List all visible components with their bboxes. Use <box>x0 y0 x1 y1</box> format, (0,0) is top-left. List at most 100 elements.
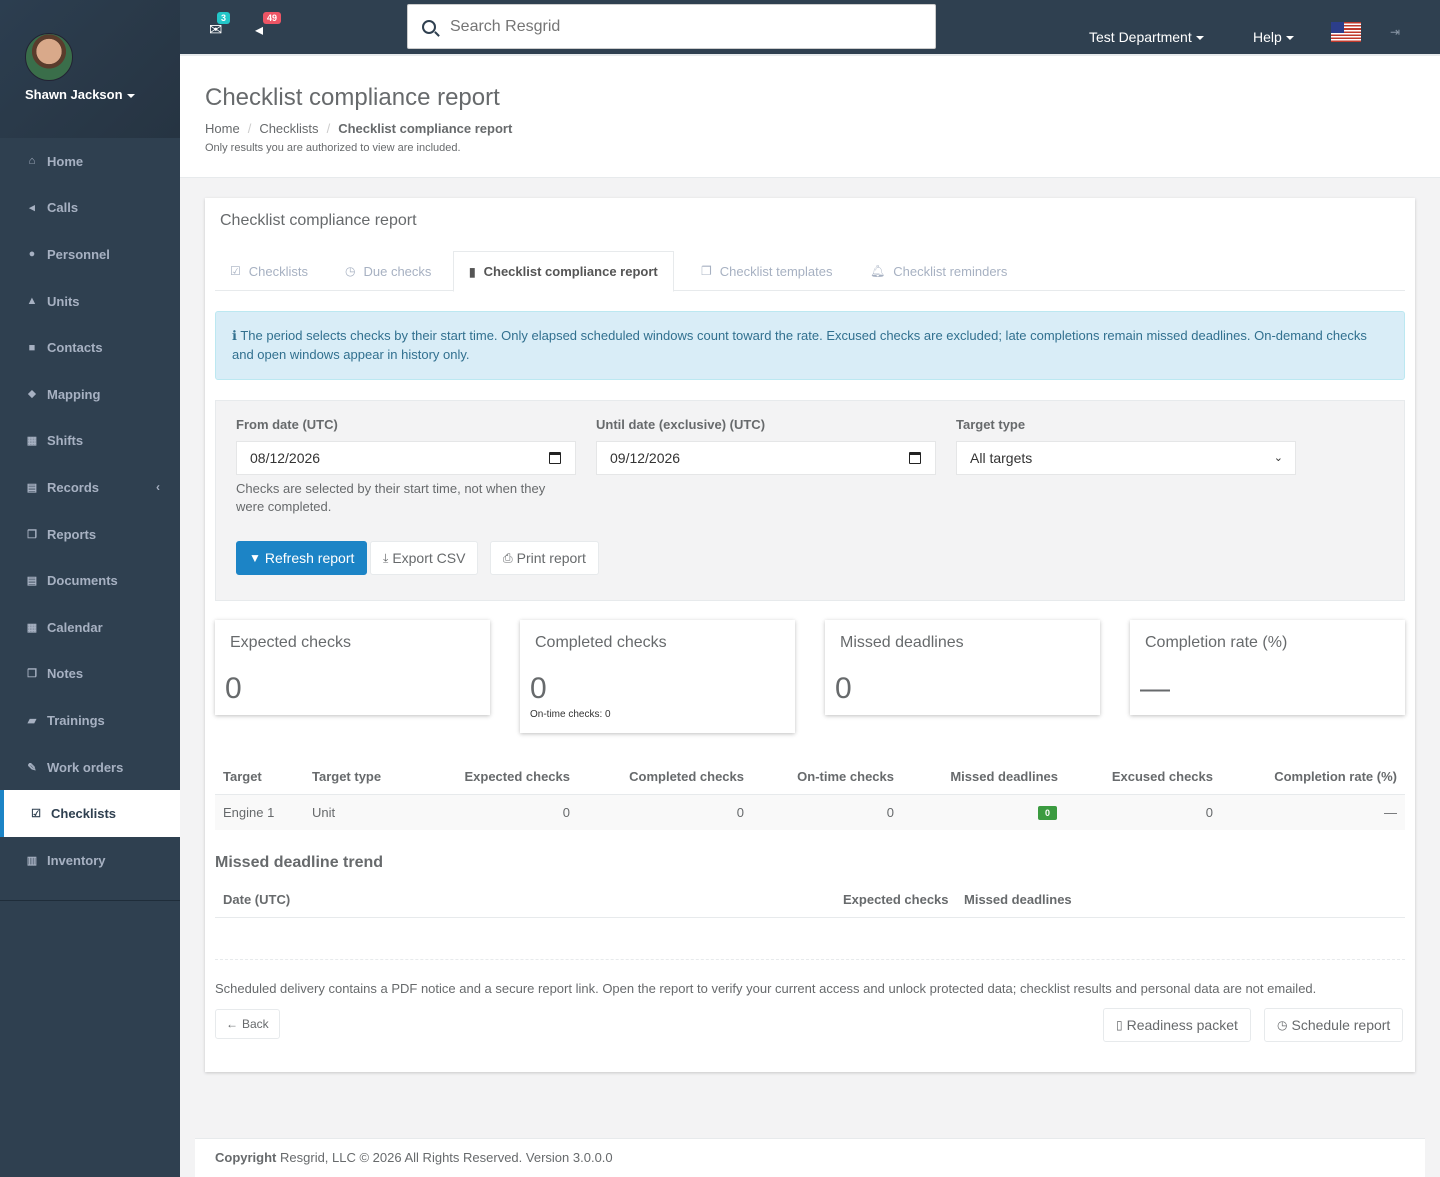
readiness-packet-button[interactable]: ▯ Readiness packet <box>1103 1008 1251 1042</box>
sidebar-item-personnel[interactable]: ● Personnel <box>0 231 180 278</box>
from-date-input[interactable]: 08/12/2026 <box>236 441 576 475</box>
search-icon <box>422 19 436 34</box>
expected-checks-card: Expected checks 0 <box>215 620 490 715</box>
page-heading: Checklist compliance report Home / Checkli… <box>180 56 1440 178</box>
breadcrumb-checklists[interactable]: Checklists <box>259 121 318 136</box>
tab-checklists[interactable]: ☑ Checklists <box>215 251 323 291</box>
column-header: Missed deadlines <box>964 892 1072 907</box>
arrow-left-icon: ← <box>226 1017 238 1031</box>
until-date-input[interactable]: 09/12/2026 <box>596 441 936 475</box>
department-label: Test Department <box>1089 29 1192 45</box>
user-menu[interactable]: Shawn Jackson <box>25 87 135 102</box>
card-value: 0 <box>225 672 242 705</box>
sidebar-item-label: Home <box>47 153 84 169</box>
sidebar-item-label: Work orders <box>47 759 124 775</box>
divider <box>215 959 1405 960</box>
home-icon: ⌂ <box>28 155 36 168</box>
sidebar-item-label: Shifts <box>47 433 84 449</box>
sidebar-item-home[interactable]: ⌂ Home <box>0 138 180 185</box>
cell-excused: 0 <box>1205 805 1213 820</box>
nav-divider <box>0 900 180 901</box>
refresh-report-button[interactable]: ▼ Refresh report <box>236 541 368 575</box>
search-box[interactable] <box>407 4 936 49</box>
department-dropdown[interactable]: Test Department <box>1089 29 1204 45</box>
cell-missed: 0 <box>1037 804 1057 820</box>
sidebar-item-label: Documents <box>47 573 118 589</box>
tab-label: Checklist compliance report <box>483 264 658 279</box>
column-header: Date (UTC) <box>223 892 291 907</box>
us-flag-icon[interactable] <box>1331 22 1361 42</box>
bullhorn-icon: ◂ <box>29 202 35 215</box>
sidebar: Shawn Jackson ⌂ Home ◂ Calls ● Personnel ▲ Unit… <box>0 0 180 1177</box>
export-csv-button[interactable]: ⤓ Export CSV <box>370 541 479 575</box>
card-value: 0 <box>530 672 547 705</box>
tabs: ☑ Checklists ◷ Due checks ▮ Checklist compl… <box>215 251 1405 292</box>
alerts-button[interactable]: ◂ 49 <box>255 12 282 40</box>
map-marker-icon: ⬥ <box>28 387 36 400</box>
tab-due-checks[interactable]: ◷ Due checks <box>330 251 446 291</box>
calendar-icon[interactable] <box>549 452 561 464</box>
button-label: Schedule report <box>1291 1017 1391 1033</box>
tab-label: Due checks <box>363 263 432 279</box>
sidebar-item-label: Records <box>47 479 100 495</box>
target-type-select[interactable]: All targets ⌄ <box>956 441 1296 475</box>
sidebar-item-notes[interactable]: ❐ Notes <box>0 651 180 698</box>
target-type-value: All targets <box>970 450 1033 466</box>
print-report-button[interactable]: ⎙ Print report <box>490 541 599 575</box>
sidebar-item-label: Mapping <box>47 386 101 402</box>
table-row <box>215 795 1405 830</box>
card-title: Expected checks <box>230 634 351 651</box>
tab-checklist-templates[interactable]: ❐ Checklist templates <box>686 251 847 291</box>
help-dropdown[interactable]: Help <box>1253 29 1294 45</box>
status-badge: 0 <box>1037 806 1057 820</box>
help-label: Help <box>1253 29 1282 45</box>
check-square-icon: ☑ <box>31 808 41 821</box>
sidebar-item-reports[interactable]: ❐ Reports <box>0 511 180 558</box>
back-button[interactable]: ← Back <box>215 1009 280 1039</box>
sidebar-item-mapping[interactable]: ⬥ Mapping <box>0 371 180 418</box>
sidebar-item-records[interactable]: ▤ Records ‹ <box>0 464 180 511</box>
sidebar-item-label: Units <box>47 293 80 309</box>
download-icon: ⤓ <box>383 550 389 565</box>
sidebar-item-calendar[interactable]: ▦ Calendar <box>0 604 180 651</box>
address-book-icon: ■ <box>28 341 36 354</box>
calendar-icon[interactable] <box>909 452 921 464</box>
sidebar-item-contacts[interactable]: ■ Contacts <box>0 324 180 371</box>
sidebar-item-units[interactable]: ▲ Units <box>0 278 180 325</box>
tab-label: Checklist templates <box>719 263 833 279</box>
messages-button[interactable]: ✉ 3 <box>209 12 231 40</box>
column-header: On-time checks <box>797 769 894 784</box>
schedule-report-button[interactable]: ◷ Schedule report <box>1264 1008 1404 1042</box>
tab-label: Checklists <box>248 263 309 279</box>
cubes-icon: ▦ <box>26 435 38 448</box>
page-title: Checklist compliance report <box>205 84 500 111</box>
sidebar-item-label: Checklists <box>51 806 117 822</box>
card-title: Missed deadlines <box>840 634 964 651</box>
breadcrumb-home[interactable]: Home <box>205 121 240 136</box>
sidebar-item-calls[interactable]: ◂ Calls <box>0 185 180 232</box>
tab-compliance-report[interactable]: ▮ Checklist compliance report <box>453 251 674 292</box>
sidebar-item-trainings[interactable]: ▰ Trainings <box>0 697 180 744</box>
sidebar-item-label: Personnel <box>47 246 110 262</box>
top-navbar: ✉ 3 ◂ 49 Test Department Help ⇥ <box>180 0 1440 56</box>
alerts-badge: 49 <box>263 12 282 24</box>
sidebar-item-shifts[interactable]: ▦ Shifts <box>0 418 180 465</box>
sidebar-item-label: Inventory <box>47 852 106 868</box>
files-icon: ❐ <box>27 668 37 681</box>
caret-down-icon <box>1285 36 1294 41</box>
cell-target: Engine 1 <box>223 805 275 820</box>
until-date-label: Until date (exclusive) (UTC) <box>596 417 766 432</box>
sidebar-item-work-orders[interactable]: ✎ Work orders <box>0 744 180 791</box>
logout-icon[interactable]: ⇥ <box>1390 25 1400 39</box>
column-header: Expected checks <box>843 892 949 907</box>
avatar[interactable] <box>25 33 73 81</box>
sidebar-item-inventory[interactable]: ▥ Inventory <box>0 837 180 884</box>
sidebar-item-documents[interactable]: ▤ Documents <box>0 557 180 604</box>
sidebar-item-label: Trainings <box>47 712 105 728</box>
tab-checklist-reminders[interactable]: 🔔︎ Checklist reminders <box>855 251 1022 291</box>
sidebar-item-checklists[interactable]: ☑ Checklists <box>0 790 180 837</box>
until-date-value: 09/12/2026 <box>610 450 681 466</box>
sidebar-item-label: Reports <box>47 526 97 542</box>
cell-on-time: 0 <box>886 805 894 820</box>
search-input[interactable] <box>450 17 900 36</box>
